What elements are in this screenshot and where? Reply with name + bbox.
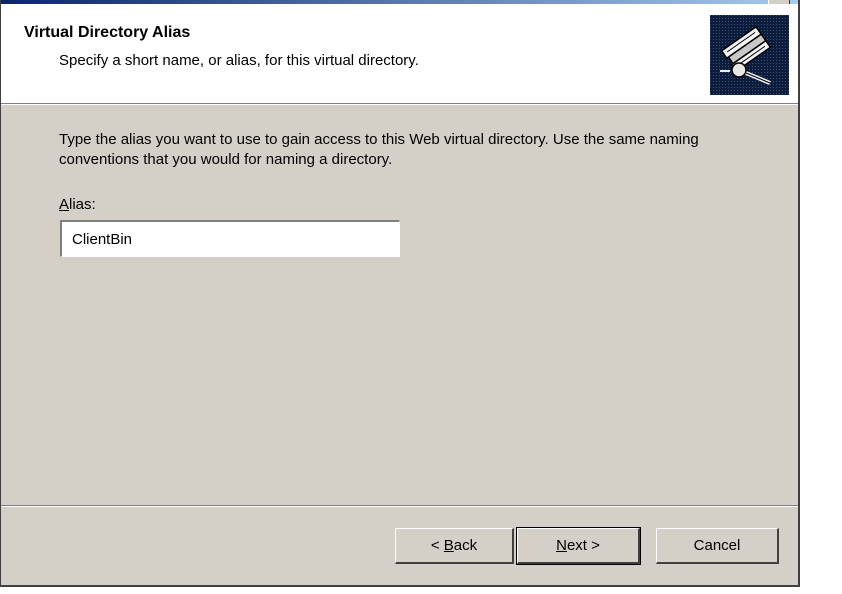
header-separator-highlight [1,104,798,105]
instructions-text: Type the alias you want to use to gain a… [59,131,699,168]
wizard-books-icon [710,15,789,95]
back-button-mnemonic: B [443,537,454,554]
cancel-button[interactable]: Cancel [656,528,779,564]
page-subtitle: Specify a short name, or alias, for this… [59,52,419,69]
back-button-prefix: < [430,537,444,554]
back-button-label: ack [453,537,478,554]
alias-label: Alias: [59,196,96,213]
next-button-mnemonic: N [556,537,567,554]
alias-label-mnemonic: A [59,196,70,213]
page-title: Virtual Directory Alias [24,24,191,41]
wizard-dialog: Virtual Directory Alias Specify a short … [0,0,800,587]
next-button[interactable]: Next > [516,527,641,565]
footer-separator-highlight [1,506,798,507]
wizard-header: Virtual Directory Alias Specify a short … [1,4,798,103]
alias-input[interactable] [60,220,400,257]
next-button-label: ext > [566,537,600,554]
alias-label-text: lias: [69,196,96,213]
back-button[interactable]: < Back [395,528,514,564]
